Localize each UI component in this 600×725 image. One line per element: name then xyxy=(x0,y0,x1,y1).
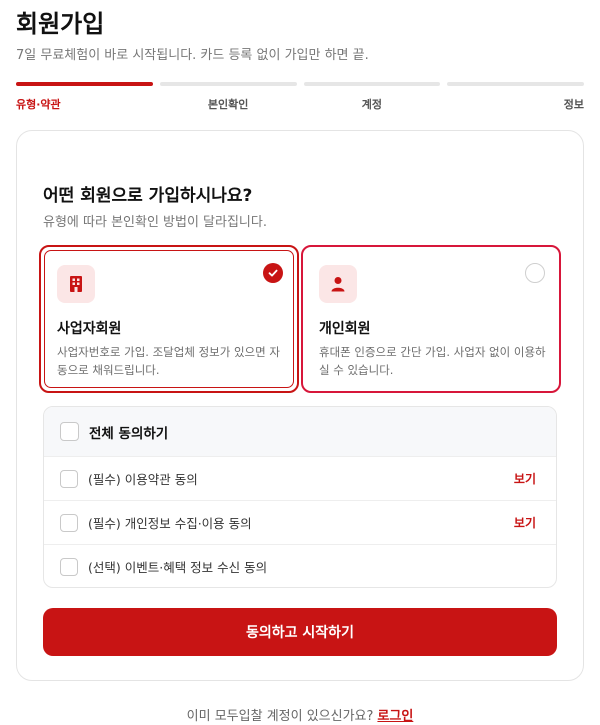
agree-terms-row[interactable]: (필수) 이용약관 동의 보기 xyxy=(44,456,556,500)
step-bar xyxy=(16,82,153,86)
agree-all-checkbox[interactable] xyxy=(60,422,79,441)
step-label: 본인확인 xyxy=(207,98,249,111)
question-title: 어떤 회원으로 가입하시나요? xyxy=(43,186,253,206)
login-prompt-text: 이미 모두입찰 계정이 있으신가요? xyxy=(186,709,374,724)
step-type-terms: 유형·약관 xyxy=(16,82,153,112)
signup-progress: 유형·약관 본인확인 계정 정보 xyxy=(16,82,584,112)
step-account: 계정 xyxy=(303,82,441,112)
page-subtitle: 7일 무료체험이 바로 시작됩니다. 카드 등록 없이 가입만 하면 끝. xyxy=(16,48,369,63)
member-type-desc: 휴대폰 인증으로 간단 가입. 사업자 없이 이용하실 수 있습니다. xyxy=(319,345,546,377)
step-info: 정보 xyxy=(447,82,584,112)
step-verification: 본인확인 xyxy=(159,82,297,112)
question-subtitle: 유형에 따라 본인확인 방법이 달라집니다. xyxy=(43,215,267,230)
agree-privacy-checkbox[interactable] xyxy=(60,513,78,532)
building-icon xyxy=(57,265,95,303)
login-link[interactable]: 로그인 xyxy=(377,709,413,724)
agree-all-row[interactable]: 전체 동의하기 xyxy=(44,407,556,456)
step-bar xyxy=(447,82,584,86)
agree-marketing-row[interactable]: (선택) 이벤트·혜택 정보 수신 동의 xyxy=(44,544,556,587)
person-icon xyxy=(319,265,357,303)
step-label: 유형·약관 xyxy=(16,98,61,111)
agree-marketing-label: (선택) 이벤트·혜택 정보 수신 동의 xyxy=(88,560,268,575)
agree-terms-label: (필수) 이용약관 동의 xyxy=(88,472,198,487)
signup-card: 어떤 회원으로 가입하시나요? 유형에 따라 본인확인 방법이 달라집니다. 사… xyxy=(16,130,584,681)
agree-and-start-button[interactable]: 동의하고 시작하기 xyxy=(43,608,557,656)
member-type-business[interactable]: 사업자회원 사업자번호로 가입. 조달업체 정보가 있으면 자동으로 채워드립니… xyxy=(39,245,299,393)
view-terms-link[interactable]: 보기 xyxy=(514,470,536,487)
agree-privacy-label: (필수) 개인정보 수집·이용 동의 xyxy=(88,516,252,531)
agree-all-label: 전체 동의하기 xyxy=(89,425,169,442)
selected-check-icon xyxy=(263,263,283,283)
step-label: 계정 xyxy=(361,98,382,111)
agreement-list: 전체 동의하기 (필수) 이용약관 동의 보기 (필수) 개인정보 수집·이용 … xyxy=(43,406,557,588)
agree-privacy-row[interactable]: (필수) 개인정보 수집·이용 동의 보기 xyxy=(44,500,556,544)
member-type-name: 개인회원 xyxy=(319,321,371,337)
step-label: 정보 xyxy=(563,98,584,111)
step-bar xyxy=(159,82,297,86)
step-bar xyxy=(303,82,441,86)
member-type-desc: 사업자번호로 가입. 조달업체 정보가 있으면 자동으로 채워드립니다. xyxy=(57,345,280,377)
unselected-radio-icon xyxy=(525,263,545,283)
view-privacy-link[interactable]: 보기 xyxy=(514,514,536,531)
member-type-personal[interactable]: 개인회원 휴대폰 인증으로 간단 가입. 사업자 없이 이용하실 수 있습니다. xyxy=(301,245,561,393)
agree-marketing-checkbox[interactable] xyxy=(60,557,78,576)
agree-terms-checkbox[interactable] xyxy=(60,469,78,488)
member-type-name: 사업자회원 xyxy=(57,321,122,337)
login-prompt: 이미 모두입찰 계정이 있으신가요? 로그인 xyxy=(0,705,600,724)
page-title: 회원가입 xyxy=(16,10,105,38)
